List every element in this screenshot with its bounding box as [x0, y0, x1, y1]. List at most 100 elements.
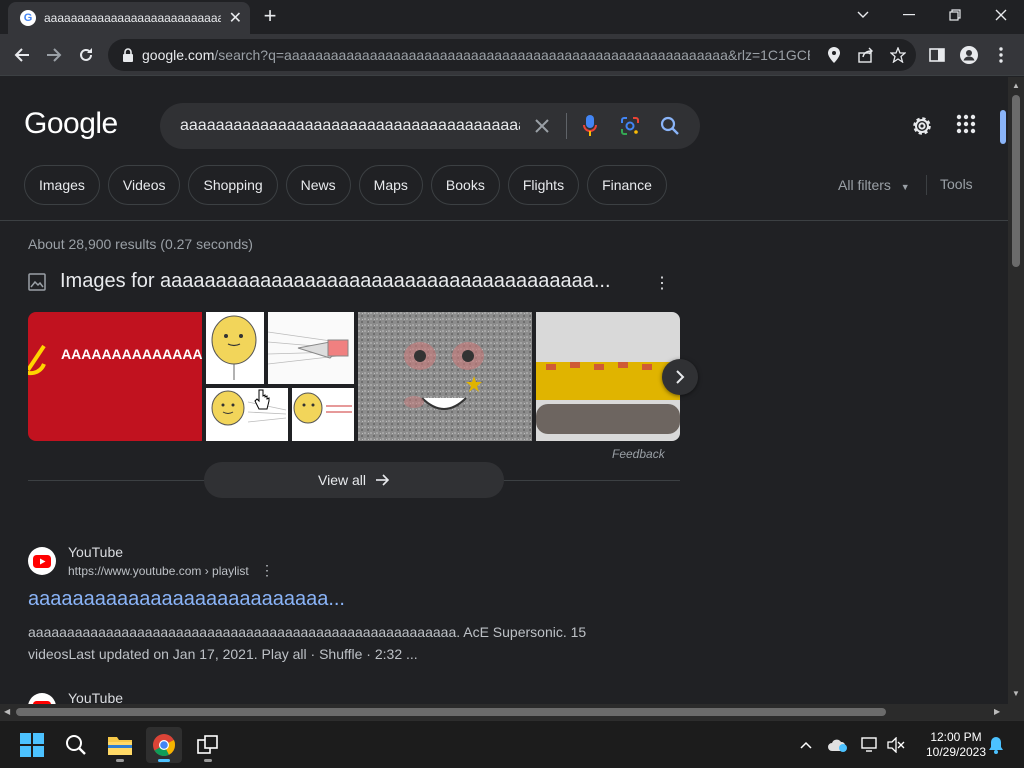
scroll-left-icon[interactable]: ◀ — [4, 707, 10, 716]
chrome-taskbar-button[interactable] — [146, 727, 182, 763]
scroll-right-icon[interactable]: ▶ — [994, 707, 1000, 716]
chip-books[interactable]: Books — [430, 165, 500, 205]
chip-finance[interactable]: Finance — [587, 165, 667, 205]
voice-search-icon[interactable] — [578, 114, 602, 138]
bookmark-star-icon[interactable] — [888, 45, 908, 65]
chip-shopping[interactable]: Shopping — [188, 165, 278, 205]
side-indicator — [1000, 110, 1006, 144]
start-button[interactable] — [14, 727, 50, 763]
header-divider — [0, 220, 1008, 221]
tab-search-icon[interactable] — [840, 0, 886, 30]
google-apps-grid-icon[interactable] — [956, 114, 980, 138]
result-snippet: aaaaaaaaaaaaaaaaaaaaaaaaaaaaaaaaaaaaaaaa… — [28, 624, 587, 662]
image-icon — [28, 272, 46, 291]
chip-news[interactable]: News — [285, 165, 351, 205]
close-tab-icon[interactable]: ✕ — [229, 8, 242, 28]
vertical-scrollbar[interactable]: ▲ ▼ — [1008, 77, 1024, 704]
image-thumb-balloon-1[interactable] — [206, 312, 264, 384]
scroll-down-icon[interactable]: ▼ — [1012, 689, 1020, 698]
view-all-button[interactable]: View all — [204, 462, 504, 498]
flag-text: AAAAAAAAAAAAAA — [61, 346, 202, 362]
filter-divider — [926, 175, 927, 195]
tab-title: aaaaaaaaaaaaaaaaaaaaaaaaaaaaaaaaaaaaaaaa… — [44, 11, 221, 25]
url-text: google.com/search?q=aaaaaaaaaaaaaaaaaaaa… — [142, 47, 810, 63]
image-thumb-face[interactable] — [358, 312, 532, 441]
search-input[interactable]: aaaaaaaaaaaaaaaaaaaaaaaaaaaaaaaaaaaaaaaa… — [180, 117, 520, 135]
search-results-page: Google aaaaaaaaaaaaaaaaaaaaaaaaaaaaaaaaa… — [0, 77, 1008, 704]
image-thumb-tube[interactable] — [536, 312, 680, 441]
address-bar[interactable]: google.com/search?q=aaaaaaaaaaaaaaaaaaaa… — [108, 39, 916, 71]
google-logo[interactable]: Google — [24, 107, 118, 141]
images-heading[interactable]: Images for aaaaaaaaaaaaaaaaaaaaaaaaaaaaa… — [60, 270, 611, 293]
next-images-button[interactable] — [662, 359, 698, 395]
mouse-cursor-icon — [254, 389, 270, 410]
running-indicator — [204, 759, 212, 762]
search-icon — [66, 735, 86, 755]
youtube-icon[interactable] — [28, 693, 56, 704]
feedback-link[interactable]: Feedback — [612, 447, 665, 461]
taskbar-search-button[interactable] — [58, 727, 94, 763]
onedrive-icon[interactable] — [828, 735, 848, 755]
windows-logo-icon — [20, 733, 44, 757]
result-title-link[interactable]: aaaaaaaaaaaaaaaaaaaaaaaaaaa... — [28, 588, 345, 611]
task-view-button[interactable] — [190, 727, 226, 763]
lens-search-icon[interactable] — [618, 114, 642, 138]
result-site-name[interactable]: YouTube — [68, 690, 123, 704]
search-filter-chips: Images Videos Shopping News Maps Books F… — [24, 165, 667, 205]
tools-button[interactable]: Tools — [940, 176, 973, 192]
chip-videos[interactable]: Videos — [107, 165, 181, 205]
youtube-icon[interactable] — [28, 547, 56, 575]
minimize-button[interactable] — [886, 0, 932, 30]
network-icon[interactable] — [860, 735, 880, 755]
forward-button[interactable] — [41, 42, 67, 68]
horizontal-scrollbar[interactable]: ◀ ▶ — [0, 704, 1008, 720]
task-view-icon — [197, 735, 218, 754]
share-icon[interactable] — [856, 45, 876, 65]
browser-tab[interactable]: G aaaaaaaaaaaaaaaaaaaaaaaaaaaaaaaaaaaaaa… — [8, 2, 250, 34]
chip-flights[interactable]: Flights — [507, 165, 580, 205]
chrome-icon — [153, 734, 176, 756]
hammer-sickle-icon — [28, 344, 46, 376]
new-tab-button[interactable]: + — [258, 4, 282, 28]
back-button[interactable] — [9, 42, 35, 68]
result-more-icon[interactable]: ⋮ — [260, 562, 274, 579]
chrome-menu-icon[interactable] — [988, 42, 1014, 68]
windows-taskbar: 12:00 PM 10/29/2023 — [0, 720, 1024, 768]
chip-maps[interactable]: Maps — [358, 165, 423, 205]
chip-images[interactable]: Images — [24, 165, 100, 205]
restore-button[interactable] — [932, 0, 978, 30]
close-window-button[interactable] — [978, 0, 1024, 30]
image-thumb-flag[interactable]: AAAAAAAAAAAAAA — [28, 312, 202, 441]
folder-icon — [108, 737, 132, 755]
scrollbar-corner — [1008, 704, 1024, 720]
image-thumb-balloon-3[interactable] — [292, 388, 354, 441]
search-box[interactable]: aaaaaaaaaaaaaaaaaaaaaaaaaaaaaaaaaaaaaaaa… — [160, 103, 700, 149]
image-thumb-balloon-2[interactable] — [206, 388, 288, 441]
image-thumb-rocket[interactable] — [268, 312, 354, 384]
file-explorer-button[interactable] — [102, 727, 138, 763]
more-options-icon[interactable]: ⋮ — [654, 273, 670, 293]
reload-button[interactable] — [73, 42, 99, 68]
result-url[interactable]: https://www.youtube.com › playlist — [68, 564, 249, 578]
all-filters-button[interactable]: All filters ▼ — [838, 177, 910, 193]
show-hidden-icons-button[interactable] — [796, 735, 816, 755]
location-icon[interactable] — [824, 45, 844, 65]
result-site-name[interactable]: YouTube — [68, 544, 123, 560]
active-indicator — [158, 759, 170, 762]
vertical-scroll-thumb[interactable] — [1012, 95, 1020, 267]
running-indicator — [116, 759, 124, 762]
settings-gear-icon[interactable] — [910, 114, 934, 138]
volume-muted-icon[interactable] — [886, 735, 906, 755]
all-filters-label: All filters — [838, 177, 891, 193]
lock-icon[interactable] — [122, 48, 134, 62]
horizontal-scroll-thumb[interactable] — [16, 708, 886, 716]
clear-search-icon[interactable] — [530, 114, 554, 138]
caret-down-icon: ▼ — [900, 182, 910, 192]
profile-icon[interactable] — [956, 42, 982, 68]
search-icon[interactable] — [658, 114, 682, 138]
arrow-right-icon — [376, 474, 390, 486]
notifications-bell-icon[interactable] — [986, 735, 1006, 755]
view-all-label: View all — [318, 472, 366, 488]
scroll-up-icon[interactable]: ▲ — [1012, 81, 1020, 90]
side-panel-icon[interactable] — [924, 42, 950, 68]
